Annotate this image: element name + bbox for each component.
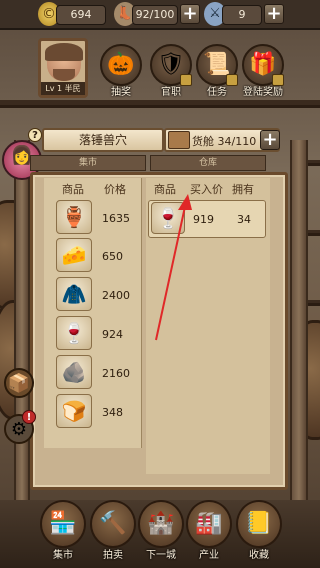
background-pillar bbox=[290, 140, 308, 500]
market-price: 1635 bbox=[102, 212, 130, 225]
lottery-button[interactable]: 🎃 bbox=[100, 44, 142, 86]
castle-icon: 🏰 bbox=[147, 511, 175, 536]
cargo-label: 货舱 34/110 bbox=[192, 135, 257, 148]
warehouse-row[interactable]: 🍷 919 34 bbox=[148, 200, 266, 238]
stamina-amount: 92/100 bbox=[132, 5, 178, 25]
warehouse-owned: 34 bbox=[237, 213, 251, 226]
grail-icon[interactable]: 🏺 bbox=[56, 200, 92, 234]
cheese-icon[interactable]: 🧀 bbox=[56, 238, 92, 272]
background-shelf bbox=[0, 100, 320, 108]
treasure-chest-icon[interactable]: 📦 bbox=[4, 368, 34, 398]
warehouse-header-owned: 拥有 bbox=[232, 183, 254, 196]
market-price: 2160 bbox=[102, 367, 130, 380]
nav-next-city-button[interactable]: 🏰 bbox=[138, 500, 184, 548]
nav-industry-button[interactable]: 🏭 bbox=[186, 500, 232, 548]
cargo-box-icon bbox=[168, 131, 190, 149]
quest-button[interactable]: 📜 bbox=[196, 44, 238, 86]
warehouse-header-buy-price: 买入价 bbox=[190, 183, 223, 196]
player-avatar[interactable]: Lv 1 半民 bbox=[38, 38, 88, 98]
market-price: 924 bbox=[102, 328, 123, 341]
bread-icon[interactable]: 🍞 bbox=[56, 394, 92, 428]
player-level-label: Lv 1 半民 bbox=[41, 82, 85, 95]
warehouse-buy-price: 919 bbox=[193, 213, 214, 226]
avatar-hair bbox=[45, 43, 83, 61]
industry-icon: 🏭 bbox=[195, 511, 223, 536]
avatar-beard bbox=[53, 69, 75, 81]
market-price: 2400 bbox=[102, 289, 130, 302]
nav-collection-button[interactable]: 📒 bbox=[236, 500, 282, 548]
weapon-amount: 9 bbox=[222, 5, 262, 25]
warehouse-header-item: 商品 bbox=[154, 183, 176, 196]
nav-auction-button[interactable]: 🔨 bbox=[90, 500, 136, 548]
tab-market[interactable]: 集市 bbox=[30, 155, 146, 171]
login-reward-label: 登陆奖励 bbox=[243, 87, 283, 98]
help-badge[interactable]: ? bbox=[28, 128, 42, 142]
lottery-label: 抽奖 bbox=[111, 87, 131, 98]
market-header-item: 商品 bbox=[62, 183, 84, 196]
nav-next-city-label: 下一城 bbox=[146, 550, 176, 561]
nav-auction-label: 拍卖 bbox=[103, 550, 123, 561]
nav-market-button[interactable]: 🏪 bbox=[40, 500, 86, 548]
nav-market-label: 集市 bbox=[53, 550, 73, 561]
location-title: 落锤兽穴 bbox=[42, 128, 164, 152]
market-icon: 🏪 bbox=[49, 511, 77, 536]
add-stamina-button[interactable]: + bbox=[180, 4, 200, 24]
expand-cargo-button[interactable]: + bbox=[260, 130, 280, 150]
game-screen: © 694 👢 92/100 + ⚔ 9 + Lv 1 半民 🎃 抽奖 🛡 官职… bbox=[0, 0, 320, 568]
cloth-icon[interactable]: 🧥 bbox=[56, 277, 92, 311]
add-weapon-button[interactable]: + bbox=[264, 4, 284, 24]
book-icon: 📒 bbox=[245, 511, 273, 536]
auction-icon: 🔨 bbox=[99, 511, 127, 536]
market-price: 348 bbox=[102, 406, 123, 419]
gold-amount: 694 bbox=[56, 5, 106, 25]
market-price: 650 bbox=[102, 250, 123, 263]
nav-industry-label: 产业 bbox=[199, 550, 219, 561]
wine-icon: 🍷 bbox=[151, 202, 185, 234]
tab-warehouse[interactable]: 仓库 bbox=[150, 155, 266, 171]
alert-badge: ! bbox=[22, 410, 36, 424]
background-pillar bbox=[14, 140, 30, 500]
market-header-price: 价格 bbox=[104, 183, 126, 196]
stone-icon[interactable]: 🪨 bbox=[56, 355, 92, 389]
wine-icon[interactable]: 🍷 bbox=[56, 316, 92, 350]
pumpkin-icon: 🎃 bbox=[107, 52, 135, 77]
office-button[interactable]: 🛡 bbox=[150, 44, 192, 86]
nav-collection-label: 收藏 bbox=[249, 550, 269, 561]
login-reward-button[interactable]: 🎁 bbox=[242, 44, 284, 86]
